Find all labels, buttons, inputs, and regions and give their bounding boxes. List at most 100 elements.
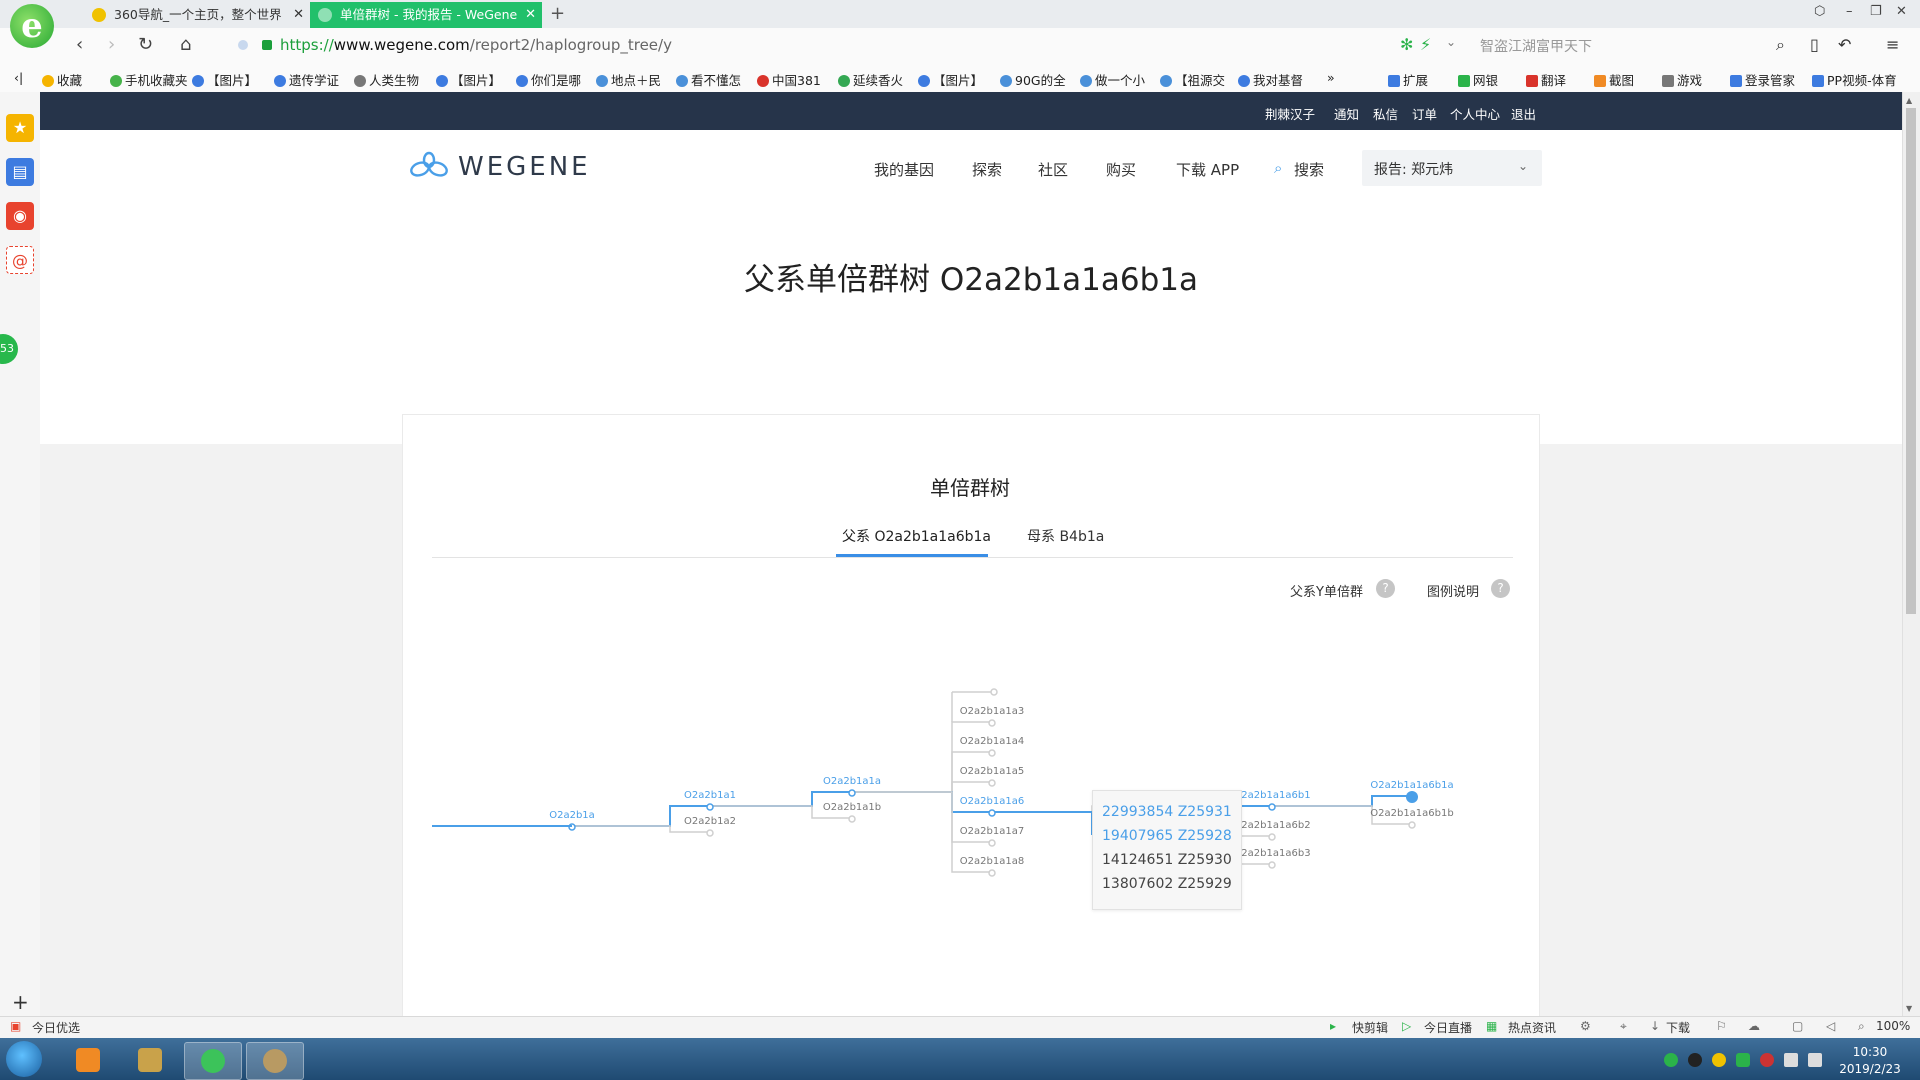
- cloud-icon[interactable]: ☁: [1748, 1019, 1760, 1033]
- bookmark-item[interactable]: 你们是哪: [516, 70, 581, 89]
- extension-item[interactable]: 翻译: [1526, 70, 1566, 89]
- menu-icon[interactable]: ≡: [1886, 35, 1899, 54]
- gift-icon[interactable]: ▣: [10, 1019, 21, 1033]
- tray-shield-icon[interactable]: [1736, 1053, 1750, 1067]
- topbar-link[interactable]: 退出: [1511, 104, 1536, 123]
- extension-item[interactable]: PP视频-体育: [1812, 70, 1897, 89]
- bookmark-item[interactable]: 【图片】: [436, 70, 501, 89]
- nav-item[interactable]: 购买: [1106, 159, 1136, 180]
- bookmark-item[interactable]: 90G的全: [1000, 70, 1066, 89]
- zoom-level[interactable]: 100%: [1876, 1019, 1910, 1033]
- topbar-link[interactable]: 荆棘汉子: [1265, 104, 1315, 123]
- topbar-link[interactable]: 订单: [1412, 104, 1437, 123]
- bookmark-item[interactable]: 手机收藏夹: [110, 70, 188, 89]
- topbar-link[interactable]: 个人中心: [1450, 104, 1500, 123]
- tab-maternal[interactable]: 母系 B4b1a: [1027, 526, 1104, 546]
- zoom-icon[interactable]: ⌕: [1858, 1019, 1865, 1034]
- reading-icon[interactable]: ▯: [1810, 35, 1819, 54]
- tab-paternal[interactable]: 父系 O2a2b1a1a6b1a: [842, 526, 991, 546]
- topbar-link[interactable]: 通知: [1334, 104, 1359, 123]
- league-app[interactable]: [122, 1042, 178, 1078]
- quick-clip-link[interactable]: 快剪辑: [1352, 1019, 1388, 1036]
- bookmark-item[interactable]: 遗传学证: [274, 70, 339, 89]
- chevron-down-icon[interactable]: ⌄: [1446, 35, 1456, 49]
- bookmark-item[interactable]: 延续香火: [838, 70, 903, 89]
- add-icon[interactable]: +: [12, 990, 29, 1014]
- bookmark-item[interactable]: 人类生物: [354, 70, 419, 89]
- topbar-link[interactable]: 私信: [1373, 104, 1398, 123]
- extension-item[interactable]: 登录管家: [1730, 70, 1795, 89]
- tab-haplogroup-tree[interactable]: 单倍群树 - 我的报告 - WeGene ✕: [310, 2, 542, 28]
- restore-icon[interactable]: ❐: [1870, 4, 1882, 19]
- tray-guard-icon[interactable]: [1712, 1053, 1726, 1067]
- tray-qq-icon[interactable]: [1688, 1053, 1702, 1067]
- bookmark-item[interactable]: 中国381: [757, 70, 821, 89]
- site-info-icon[interactable]: [238, 40, 248, 50]
- bookmark-item[interactable]: 看不懂怎: [676, 70, 741, 89]
- tray-360-icon[interactable]: [1664, 1053, 1678, 1067]
- flag-icon[interactable]: ⚐: [1716, 1019, 1727, 1033]
- undo-icon[interactable]: ↶: [1838, 35, 1851, 54]
- tray-volume-icon[interactable]: [1760, 1053, 1774, 1067]
- live-link[interactable]: 今日直播: [1424, 1019, 1472, 1036]
- browser-logo[interactable]: e: [10, 4, 54, 48]
- today-picks-link[interactable]: 今日优选: [32, 1019, 80, 1036]
- close-window-icon[interactable]: ✕: [1896, 4, 1907, 19]
- extension-item[interactable]: 扩展: [1388, 70, 1428, 89]
- search-icon[interactable]: ⌕: [1776, 35, 1785, 55]
- bookmark-item[interactable]: 收藏: [42, 70, 82, 89]
- tray-speaker-icon[interactable]: [1808, 1053, 1822, 1067]
- bookmark-item[interactable]: 我对基督: [1238, 70, 1303, 89]
- clock-time[interactable]: 10:30: [1840, 1045, 1900, 1059]
- nav-item[interactable]: 社区: [1038, 159, 1068, 180]
- tray-network-icon[interactable]: [1784, 1053, 1798, 1067]
- help-icon[interactable]: ?: [1491, 579, 1510, 598]
- mail-icon[interactable]: @: [6, 246, 34, 274]
- close-icon[interactable]: ✕: [525, 2, 536, 28]
- nav-item[interactable]: 探索: [972, 159, 1002, 180]
- new-tab-button[interactable]: +: [550, 2, 565, 26]
- extension-item[interactable]: 游戏: [1662, 70, 1702, 89]
- tools-icon[interactable]: ⚙: [1580, 1019, 1591, 1033]
- scroll-down-icon[interactable]: ▼: [1906, 1004, 1912, 1013]
- extension-item[interactable]: 截图: [1594, 70, 1634, 89]
- favorites-icon[interactable]: ★: [6, 114, 34, 142]
- forward-icon[interactable]: ›: [108, 34, 115, 56]
- news-icon[interactable]: ▤: [6, 158, 34, 186]
- wegene-logo-icon[interactable]: [408, 150, 458, 180]
- help-icon[interactable]: ?: [1376, 579, 1395, 598]
- back-icon[interactable]: ‹: [76, 34, 83, 56]
- minimize-icon[interactable]: –: [1846, 4, 1853, 19]
- bookmark-item[interactable]: 【图片】: [192, 70, 257, 89]
- skin-icon[interactable]: ⬡: [1814, 4, 1825, 19]
- nav-item[interactable]: 我的基因: [874, 159, 934, 180]
- speed-icon[interactable]: ✻: [1400, 35, 1413, 54]
- bookmark-item[interactable]: 【图片】: [918, 70, 983, 89]
- download-link[interactable]: 下载: [1666, 1019, 1690, 1036]
- y-haplogroup-link[interactable]: 父系Y单倍群: [1290, 581, 1363, 600]
- explorer-app[interactable]: [246, 1042, 304, 1080]
- home-icon[interactable]: ⌂: [180, 34, 191, 56]
- bookmark-item[interactable]: 【祖源交: [1160, 70, 1225, 89]
- weibo-icon[interactable]: ◉: [6, 202, 34, 230]
- scrollbar-thumb[interactable]: [1906, 108, 1916, 614]
- legend-link[interactable]: 图例说明: [1427, 581, 1479, 600]
- window-icon[interactable]: ▢: [1792, 1019, 1803, 1033]
- snp-item[interactable]: 19407965 Z25928: [1102, 828, 1232, 844]
- hot-news-link[interactable]: 热点资讯: [1508, 1019, 1556, 1036]
- clock-date[interactable]: 2019/2/23: [1834, 1062, 1906, 1076]
- collapse-sidebar-icon[interactable]: ‹|: [14, 70, 23, 85]
- lightning-icon[interactable]: ⚡: [1420, 35, 1431, 54]
- scroll-up-icon[interactable]: ▲: [1906, 96, 1912, 105]
- nav-item[interactable]: 下载 APP: [1176, 159, 1239, 180]
- close-icon[interactable]: ✕: [293, 2, 304, 28]
- wegene-logo-text[interactable]: WEGENE: [458, 152, 591, 182]
- bookmark-item[interactable]: 做一个小: [1080, 70, 1145, 89]
- url-text[interactable]: https://www.wegene.com/report2/haplogrou…: [280, 36, 672, 54]
- bookmarks-more-icon[interactable]: »: [1327, 70, 1335, 85]
- search-icon[interactable]: ⌕: [1274, 159, 1282, 177]
- extension-item[interactable]: 网银: [1458, 70, 1498, 89]
- bookmark-item[interactable]: 地点＋民: [596, 70, 661, 89]
- sound-icon[interactable]: ◁: [1826, 1019, 1835, 1033]
- pin-icon[interactable]: ⌖: [1620, 1019, 1627, 1034]
